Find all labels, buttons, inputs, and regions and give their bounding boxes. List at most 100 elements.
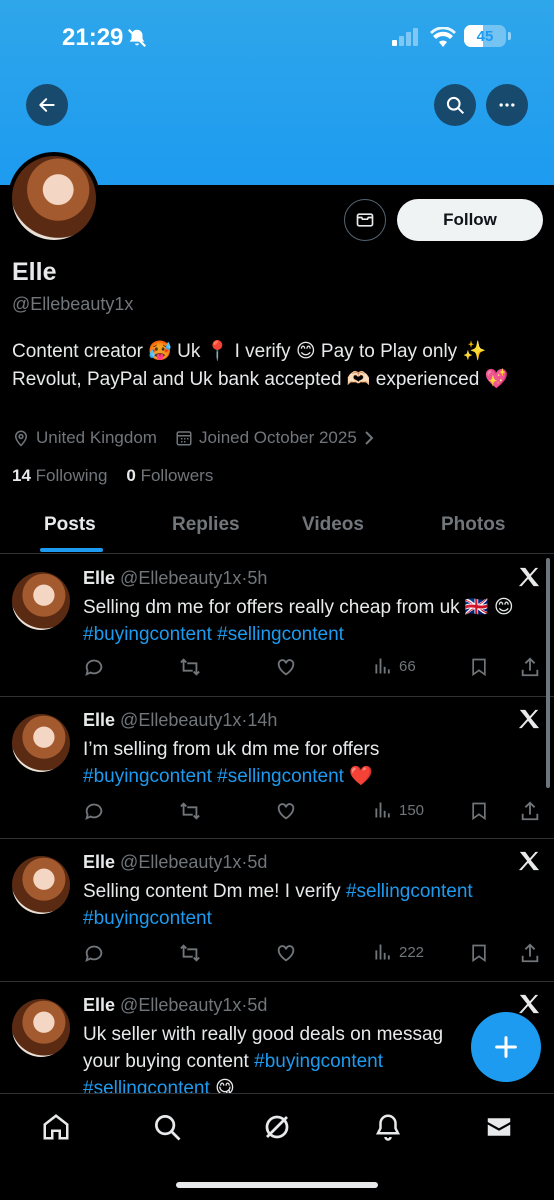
- profile-avatar[interactable]: [8, 152, 100, 244]
- reply-button[interactable]: [83, 942, 111, 964]
- back-button[interactable]: [26, 84, 68, 126]
- tab-posts[interactable]: Posts: [44, 514, 96, 536]
- hashtag-link[interactable]: #buyingcontent: [254, 1051, 383, 1072]
- like-icon: [277, 803, 295, 820]
- share-icon: [521, 801, 539, 821]
- search-icon: [446, 96, 465, 115]
- calendar-icon: [176, 431, 192, 446]
- post-author-handle: @Ellebeauty1x: [120, 710, 242, 730]
- mail-icon: [356, 213, 374, 227]
- follow-button[interactable]: Follow: [397, 199, 543, 241]
- like-icon: [277, 945, 295, 962]
- post-actions: 66: [83, 656, 543, 680]
- post-text: Selling content Dm me! I verify #selling…: [83, 878, 543, 932]
- joined-text: Joined October 2025: [198, 428, 357, 447]
- bookmark-button[interactable]: [469, 942, 495, 964]
- post-time: 14h: [247, 710, 278, 730]
- repost-button[interactable]: [178, 942, 208, 964]
- following-stat[interactable]: 14 Following: [12, 466, 107, 485]
- like-button[interactable]: [275, 942, 303, 964]
- post-item[interactable]: Elle @Ellebeauty1x·5d Uk seller with rea…: [0, 983, 554, 1093]
- bookmark-icon: [472, 944, 486, 963]
- post-author-name: Elle: [83, 995, 116, 1015]
- message-button[interactable]: [344, 199, 386, 241]
- repost-button[interactable]: [178, 800, 208, 822]
- hashtag-link[interactable]: #buyingcontent: [83, 624, 212, 645]
- tab-videos[interactable]: Videos: [302, 514, 364, 536]
- post-avatar[interactable]: [12, 714, 70, 772]
- post-body: Selling dm me for offers really cheap fr…: [83, 597, 514, 618]
- hashtag-link[interactable]: #sellingcontent: [217, 624, 344, 645]
- views-button[interactable]: 66: [373, 656, 416, 676]
- bookmark-button[interactable]: [469, 800, 495, 822]
- post-author-name: Elle: [83, 568, 116, 588]
- grok-icon[interactable]: [262, 1112, 292, 1142]
- status-time: 21:29: [62, 24, 124, 51]
- post-avatar[interactable]: [12, 572, 70, 630]
- post-avatar[interactable]: [12, 999, 70, 1057]
- share-icon: [521, 657, 539, 677]
- battery-level: 45: [476, 27, 494, 45]
- tab-photos[interactable]: Photos: [441, 514, 505, 536]
- followers-stat[interactable]: 0 Followers: [126, 466, 213, 485]
- post-emoji: 😋: [215, 1078, 235, 1093]
- views-count: 150: [399, 801, 425, 819]
- bookmark-icon: [472, 802, 486, 821]
- home-icon[interactable]: [41, 1112, 71, 1142]
- bookmark-icon: [472, 658, 486, 677]
- share-button[interactable]: [519, 942, 547, 964]
- hashtag-link[interactable]: #buyingcontent: [83, 766, 212, 787]
- share-button[interactable]: [519, 800, 547, 822]
- views-button[interactable]: 150: [373, 800, 424, 820]
- post-item[interactable]: Elle @Ellebeauty1x·14h I’m selling from …: [0, 698, 554, 839]
- views-button[interactable]: 222: [373, 942, 424, 962]
- hashtag-link[interactable]: #sellingcontent: [83, 1078, 210, 1093]
- hashtag-link[interactable]: #sellingcontent: [346, 881, 473, 902]
- plus-icon: [495, 1036, 517, 1058]
- following-count: 14: [12, 466, 31, 485]
- more-options-button[interactable]: [486, 84, 528, 126]
- reply-icon: [85, 659, 103, 677]
- post-text: I’m selling from uk dm me for offers #bu…: [83, 736, 543, 790]
- hashtag-link[interactable]: #buyingcontent: [83, 908, 212, 929]
- silent-bell-icon: [127, 28, 147, 48]
- post-body: Selling content Dm me! I verify: [83, 881, 341, 902]
- bookmark-button[interactable]: [469, 656, 495, 678]
- x-logo-icon: [518, 851, 540, 871]
- reply-button[interactable]: [83, 656, 111, 678]
- follow-stats: 14 Following 0 Followers: [12, 466, 213, 486]
- like-button[interactable]: [275, 800, 303, 822]
- share-button[interactable]: [519, 656, 547, 678]
- more-icon: [499, 103, 515, 107]
- search-button[interactable]: [434, 84, 476, 126]
- following-label: Following: [35, 466, 108, 485]
- like-button[interactable]: [275, 656, 303, 678]
- repost-icon: [180, 658, 200, 676]
- reply-button[interactable]: [83, 800, 111, 822]
- post-actions: 150: [83, 800, 543, 824]
- views-count: 222: [399, 943, 425, 961]
- repost-button[interactable]: [178, 656, 208, 678]
- scrollbar[interactable]: [546, 558, 550, 788]
- search-icon[interactable]: [152, 1112, 182, 1142]
- hashtag-link[interactable]: #sellingcontent: [217, 766, 344, 787]
- post-item[interactable]: Elle @Ellebeauty1x·5d Selling content Dm…: [0, 840, 554, 982]
- post-author-handle: @Ellebeauty1x: [120, 995, 242, 1015]
- reply-icon: [85, 945, 103, 963]
- post-author-name: Elle: [83, 852, 116, 872]
- post-header: Elle @Ellebeauty1x·5d: [83, 995, 268, 1015]
- post-body: I’m selling from uk dm me for offers: [83, 739, 380, 760]
- compose-post-button[interactable]: [471, 1012, 541, 1082]
- post-avatar[interactable]: [12, 856, 70, 914]
- tab-replies[interactable]: Replies: [172, 514, 240, 536]
- joined-item[interactable]: Joined October 2025: [175, 428, 381, 448]
- cell-signal-icon: [392, 28, 418, 46]
- post-time: 5h: [247, 568, 268, 588]
- bell-icon[interactable]: [373, 1112, 403, 1142]
- post-header: Elle @Ellebeauty1x·14h: [83, 710, 278, 730]
- post-actions: 222: [83, 942, 543, 966]
- post-item[interactable]: Elle @Ellebeauty1x·5h Selling dm me for …: [0, 556, 554, 697]
- chevron-right-icon: [365, 431, 374, 445]
- post-header: Elle @Ellebeauty1x·5h: [83, 568, 268, 588]
- messages-icon[interactable]: [484, 1112, 514, 1142]
